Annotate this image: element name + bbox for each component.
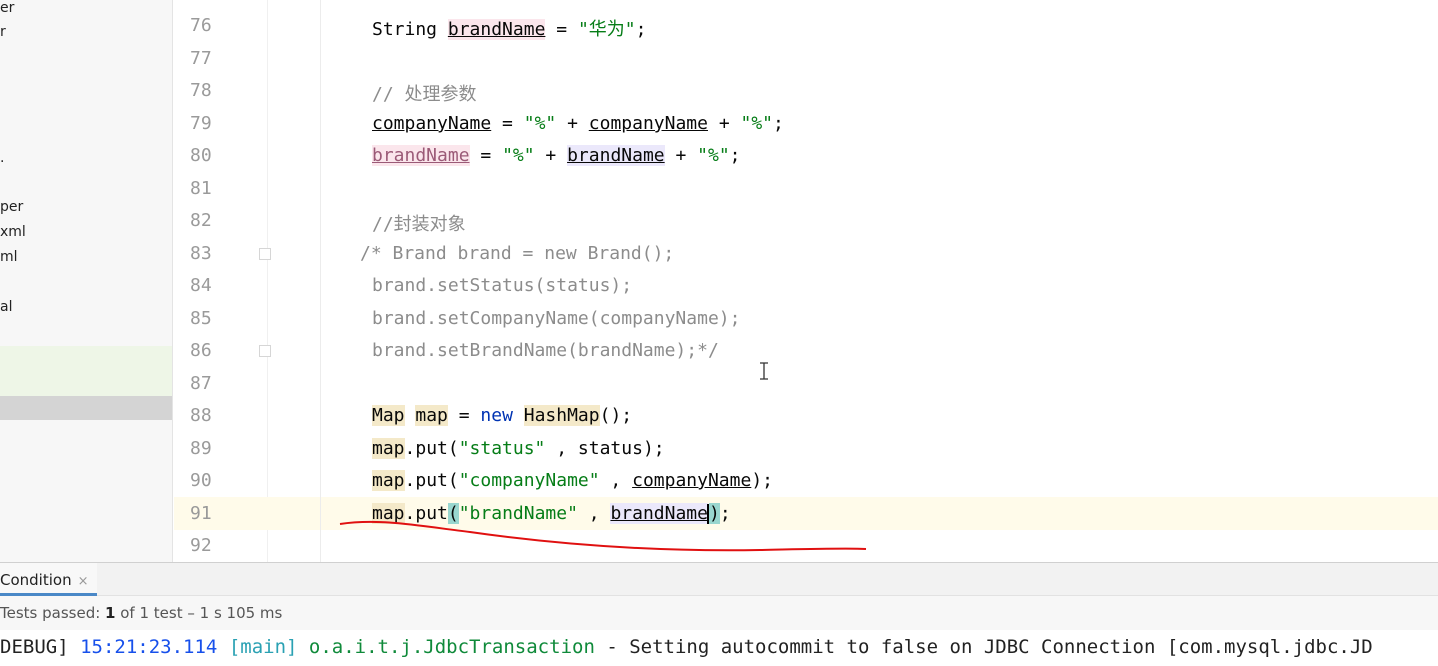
run-tab[interactable]: Condition × bbox=[0, 563, 97, 596]
annotation-underline bbox=[339, 520, 867, 552]
tests-status: Tests passed: 1 of 1 test – 1 s 105 ms bbox=[0, 596, 1438, 630]
close-icon[interactable]: × bbox=[78, 574, 89, 589]
console-output[interactable]: DEBUG] 15:21:23.114 [main] o.a.i.t.j.Jdb… bbox=[0, 630, 1438, 666]
run-tab-bar: Condition × bbox=[0, 562, 1438, 596]
